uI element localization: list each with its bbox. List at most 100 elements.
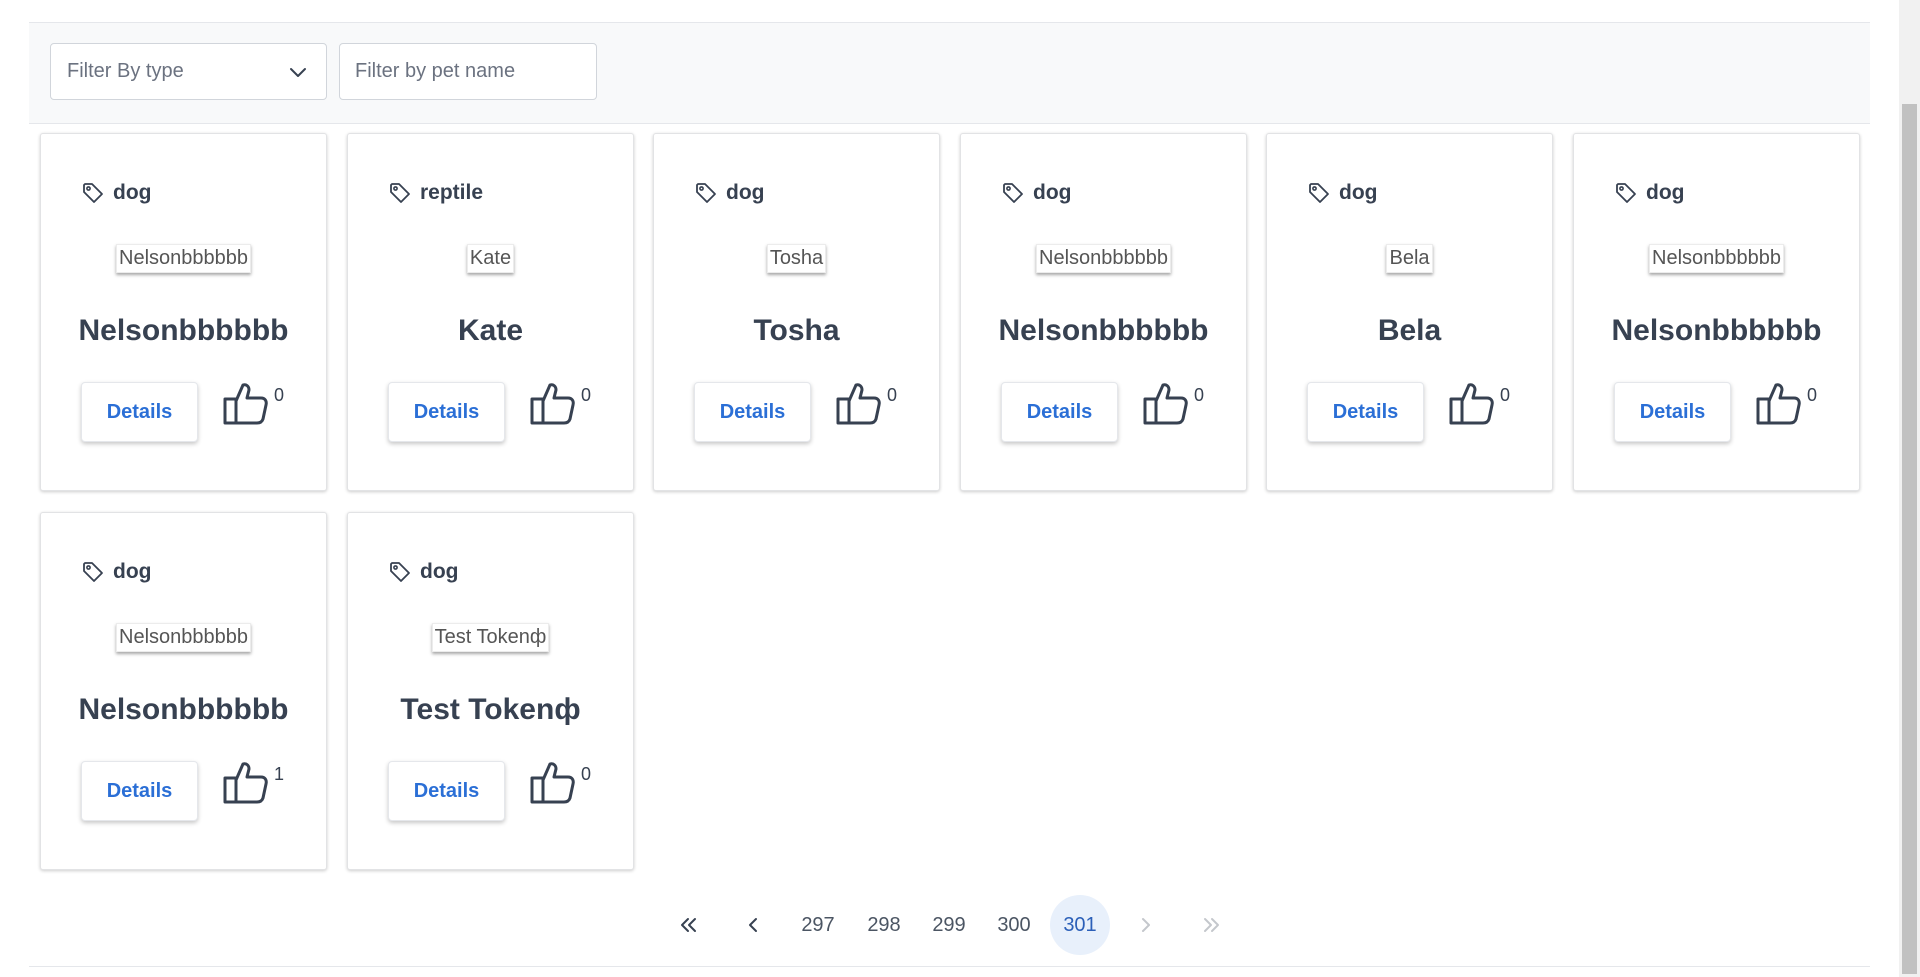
double-chevron-left-icon	[681, 918, 696, 932]
pet-name: Nelsonbbbbbb	[78, 693, 289, 726]
pet-type-label: dog	[726, 181, 765, 204]
pet-card: reptile Kate Kate Details 0	[347, 133, 634, 491]
chevron-left-icon	[749, 918, 757, 932]
pet-card: dog Nelsonbbbbbb Nelsonbbbbbb Details 0	[960, 133, 1247, 491]
tag-icon	[1616, 183, 1636, 203]
tag-icon	[83, 562, 103, 582]
thumbs-up-icon	[1449, 383, 1494, 425]
pet-image-wrap: Nelsonbbbbbb	[41, 244, 326, 274]
pet-image-wrap: Kate	[348, 244, 633, 274]
bottom-divider	[29, 966, 1870, 967]
tag-icon	[390, 562, 410, 582]
pet-type-tag: reptile	[388, 180, 483, 206]
page-button-300[interactable]: 300	[984, 895, 1044, 955]
filter-bar: Filter By type	[29, 22, 1870, 124]
pet-type-label: reptile	[420, 181, 484, 204]
thumbs-up-icon	[836, 383, 881, 425]
like-button[interactable]	[1756, 379, 1802, 427]
pet-name: Nelsonbbbbbb	[78, 314, 289, 347]
double-chevron-right-icon	[1204, 918, 1219, 932]
details-button[interactable]: Details	[81, 382, 198, 442]
details-button[interactable]: Details	[81, 761, 198, 821]
pet-image-wrap: Nelsonbbbbbb	[961, 244, 1246, 274]
like-count: 0	[1500, 385, 1511, 405]
pet-type-label: dog	[1646, 181, 1685, 204]
like-button[interactable]	[223, 758, 269, 806]
pet-image-broken: Nelsonbbbbbb	[1649, 244, 1784, 273]
details-button[interactable]: Details	[1614, 382, 1731, 442]
pet-type-tag: dog	[694, 180, 764, 206]
chevron-right-icon	[1142, 918, 1150, 932]
thumbs-up-icon	[223, 762, 268, 804]
pet-image-wrap: Nelsonbbbbbb	[41, 623, 326, 653]
like-button[interactable]	[530, 379, 576, 427]
pet-name: Nelsonbbbbbb	[998, 314, 1209, 347]
prev-page-button[interactable]	[723, 895, 783, 955]
pagination: 297 298 299 300 301	[29, 895, 1870, 955]
like-button[interactable]	[836, 379, 882, 427]
pet-image-wrap: Bela	[1267, 244, 1552, 274]
page-button-301-current[interactable]: 301	[1050, 895, 1110, 955]
details-button[interactable]: Details	[1001, 382, 1118, 442]
pet-image-broken: Kate	[466, 244, 515, 273]
pet-card: dog Test Tokenф Test Tokenф Details 0	[347, 512, 634, 870]
next-page-button[interactable]	[1116, 895, 1176, 955]
tag-icon	[83, 183, 103, 203]
pet-type-label: dog	[1339, 181, 1378, 204]
pet-image-broken: Nelsonbbbbbb	[116, 244, 251, 273]
page-button-298[interactable]: 298	[854, 895, 914, 955]
type-filter-label: Filter By type	[67, 60, 184, 82]
chevron-down-icon	[290, 68, 306, 77]
pet-card: dog Tosha Tosha Details 0	[653, 133, 940, 491]
like-count: 0	[581, 385, 592, 405]
like-button[interactable]	[1143, 379, 1189, 427]
thumbs-up-icon	[223, 383, 268, 425]
pet-type-tag: dog	[1614, 180, 1684, 206]
pet-name: Bela	[1377, 314, 1442, 347]
page-button-297[interactable]: 297	[788, 895, 848, 955]
pet-image-wrap: Test Tokenф	[348, 623, 633, 653]
details-button[interactable]: Details	[388, 761, 505, 821]
tag-icon	[1003, 183, 1023, 203]
pet-type-tag: dog	[81, 180, 151, 206]
thumbs-up-icon	[1143, 383, 1188, 425]
like-button[interactable]	[1449, 379, 1495, 427]
first-page-button[interactable]	[659, 895, 719, 955]
details-button[interactable]: Details	[694, 382, 811, 442]
pet-name: Kate	[457, 314, 524, 347]
like-button[interactable]	[530, 758, 576, 806]
pet-name: Tosha	[753, 314, 840, 347]
pet-card: dog Bela Bela Details 0	[1266, 133, 1553, 491]
pet-type-tag: dog	[388, 559, 458, 585]
pet-type-label: dog	[113, 560, 152, 583]
pet-image-broken: Nelsonbbbbbb	[1036, 244, 1171, 273]
pet-type-tag: dog	[1307, 180, 1377, 206]
pet-name: Test Tokenф	[400, 693, 581, 726]
pet-image-wrap: Nelsonbbbbbb	[1574, 244, 1859, 274]
pet-card: dog Nelsonbbbbbb Nelsonbbbbbb Details 1	[40, 512, 327, 870]
pet-image-broken: Bela	[1386, 244, 1433, 273]
thumbs-up-icon	[530, 762, 575, 804]
pet-card: dog Nelsonbbbbbb Nelsonbbbbbb Details 0	[40, 133, 327, 491]
like-count: 1	[274, 764, 285, 784]
pet-name: Nelsonbbbbbb	[1611, 314, 1822, 347]
tag-icon	[1309, 183, 1329, 203]
page-button-299[interactable]: 299	[919, 895, 979, 955]
type-filter-select[interactable]: Filter By type	[50, 43, 327, 100]
pet-card: dog Nelsonbbbbbb Nelsonbbbbbb Details 0	[1573, 133, 1860, 491]
tag-icon	[696, 183, 716, 203]
thumbs-up-icon	[530, 383, 575, 425]
pet-name-filter-input[interactable]	[339, 43, 597, 100]
pet-type-tag: dog	[81, 559, 151, 585]
like-button[interactable]	[223, 379, 269, 427]
details-button[interactable]: Details	[388, 382, 505, 442]
pet-image-broken: Nelsonbbbbbb	[116, 623, 251, 652]
pet-type-label: dog	[1033, 181, 1072, 204]
like-count: 0	[887, 385, 898, 405]
thumbs-up-icon	[1756, 383, 1801, 425]
like-count: 0	[581, 764, 592, 784]
scrollbar-thumb[interactable]	[1902, 104, 1917, 974]
tag-icon	[390, 183, 410, 203]
last-page-button[interactable]	[1181, 895, 1241, 955]
details-button[interactable]: Details	[1307, 382, 1424, 442]
